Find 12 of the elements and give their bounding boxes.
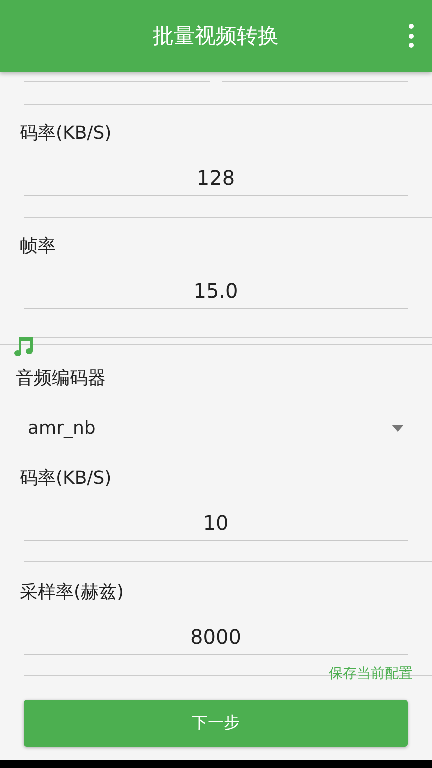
input-field[interactable]: 10 (24, 506, 408, 541)
field-label: 码率(KB/S) (20, 122, 113, 146)
field-label: 音频编码器 (16, 367, 107, 391)
dropdown-arrow-icon (392, 424, 404, 432)
input-field[interactable]: 128 (24, 161, 408, 196)
field-label: 码率(KB/S) (20, 467, 113, 491)
input-field[interactable]: 15.0 (24, 274, 408, 309)
field-label: 采样率(赫兹) (20, 581, 126, 605)
codec-dropdown[interactable]: amr_nb (20, 408, 408, 448)
field-label: 帧率 (20, 235, 57, 259)
input-field[interactable]: 8000 (24, 620, 408, 655)
app-title: 批量视频转换 (153, 23, 279, 50)
